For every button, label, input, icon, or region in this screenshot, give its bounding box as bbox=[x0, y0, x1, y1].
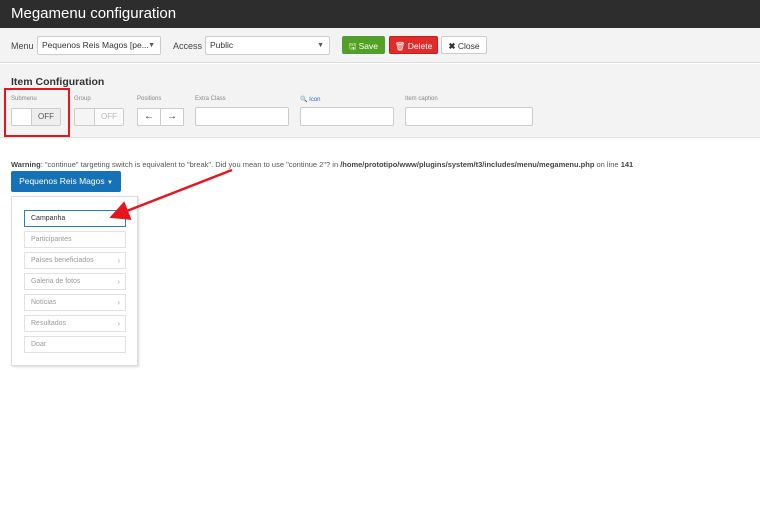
annotation-arrow bbox=[109, 168, 233, 220]
